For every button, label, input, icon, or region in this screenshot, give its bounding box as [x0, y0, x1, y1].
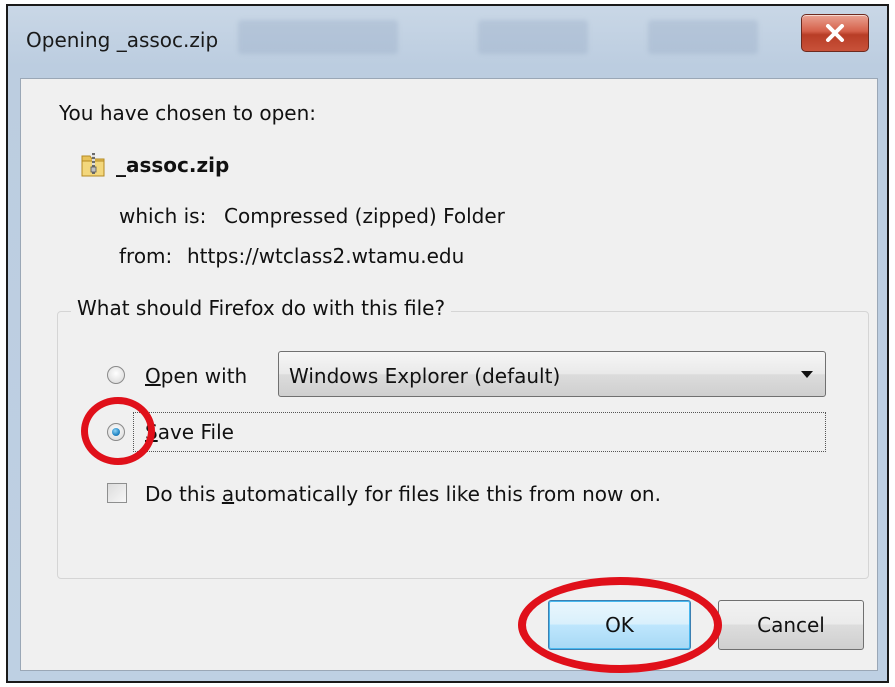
auto-label[interactable]: Do this automatically for files like thi…	[145, 482, 661, 506]
open-with-label[interactable]: Open with	[145, 364, 247, 388]
cancel-button[interactable]: Cancel	[718, 600, 864, 650]
file-open-dialog: Opening _assoc.zip You have chosen to op…	[6, 4, 889, 683]
save-file-label[interactable]: Save File	[145, 420, 234, 444]
background-blur	[478, 20, 588, 54]
radio-selected-dot	[112, 428, 120, 436]
save-file-radio[interactable]	[107, 423, 125, 441]
open-with-selected: Windows Explorer (default)	[289, 364, 561, 388]
close-icon	[826, 24, 844, 42]
auto-checkbox[interactable]	[107, 483, 127, 503]
background-blur	[238, 20, 398, 54]
title-bar[interactable]: Opening _assoc.zip	[8, 6, 887, 78]
from-value: https://wtclass2.wtamu.edu	[187, 244, 465, 268]
open-with-radio[interactable]	[107, 366, 125, 384]
save-file-accesskey: S	[145, 420, 158, 444]
action-group-title: What should Firefox do with this file?	[71, 296, 452, 320]
type-label: which is:	[119, 204, 207, 228]
background-blur	[648, 20, 758, 54]
from-label: from:	[119, 244, 173, 268]
zip-folder-icon	[81, 151, 105, 181]
open-with-select[interactable]: Windows Explorer (default)	[278, 351, 826, 397]
ok-button[interactable]: OK	[548, 600, 691, 650]
open-with-label-rest: pen with	[160, 364, 248, 388]
dialog-body: You have chosen to open: _assoc.zip whic…	[20, 78, 878, 673]
file-name: _assoc.zip	[116, 153, 230, 177]
save-file-focus[interactable]	[133, 412, 826, 452]
close-button[interactable]	[801, 14, 869, 52]
type-value: Compressed (zipped) Folder	[224, 204, 505, 228]
chevron-down-icon	[801, 371, 813, 378]
intro-label: You have chosen to open:	[59, 101, 317, 125]
save-file-label-rest: ave File	[157, 420, 234, 444]
window-title: Opening _assoc.zip	[26, 28, 219, 52]
